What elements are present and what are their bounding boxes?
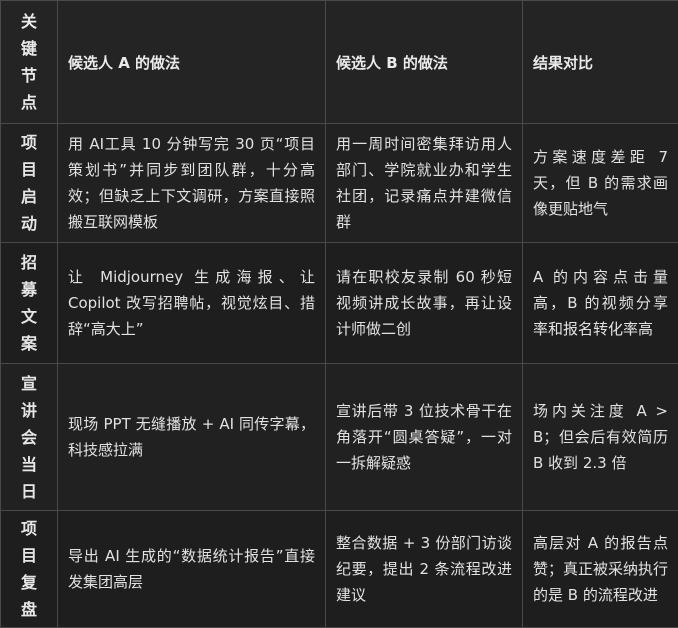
candidate-a-cell: 让 Midjourney 生成海报、让 Copilot 改写招聘帖，视觉炫目、措… (58, 243, 326, 364)
candidate-a-cell: 导出 AI 生成的“数据统计报告”直接发集团高层 (58, 511, 326, 628)
comparison-table: 关键节点 候选人 A 的做法 候选人 B 的做法 结果对比 项目启动 用 AI工… (0, 0, 678, 628)
table-row: 招募文案 让 Midjourney 生成海报、让 Copilot 改写招聘帖，视… (1, 243, 678, 364)
candidate-a-cell: 现场 PPT 无缝播放 + AI 同传字幕，科技感拉满 (58, 364, 326, 511)
header-key-node-label: 关键节点 (20, 8, 38, 116)
row-node-cell: 项目复盘 (1, 511, 58, 628)
table-row: 宣讲会当日 现场 PPT 无缝播放 + AI 同传字幕，科技感拉满 宣讲后带 3… (1, 364, 678, 511)
candidate-b-cell: 用一周时间密集拜访用人部门、学院就业办和学生社团，记录痛点并建微信群 (326, 124, 523, 243)
row-node-label: 宣讲会当日 (20, 370, 38, 505)
row-node-cell: 招募文案 (1, 243, 58, 364)
header-result: 结果对比 (523, 1, 678, 124)
row-node-label: 招募文案 (20, 249, 38, 357)
header-candidate-b: 候选人 B 的做法 (326, 1, 523, 124)
table-row: 项目复盘 导出 AI 生成的“数据统计报告”直接发集团高层 整合数据 + 3 份… (1, 511, 678, 628)
header-row: 关键节点 候选人 A 的做法 候选人 B 的做法 结果对比 (1, 1, 678, 124)
candidate-a-cell: 用 AI工具 10 分钟写完 30 页“项目策划书”并同步到团队群，十分高效；但… (58, 124, 326, 243)
result-cell: 高层对 A 的报告点赞；真正被采纳执行的是 B 的流程改进 (523, 511, 678, 628)
result-cell: 场内关注度 A > B；但会后有效简历 B 收到 2.3 倍 (523, 364, 678, 511)
result-cell: 方案速度差距 7 天，但 B 的需求画像更贴地气 (523, 124, 678, 243)
candidate-b-cell: 请在职校友录制 60 秒短视频讲成长故事，再让设计师做二创 (326, 243, 523, 364)
result-cell: A 的内容点击量高，B 的视频分享率和报名转化率高 (523, 243, 678, 364)
table-row: 项目启动 用 AI工具 10 分钟写完 30 页“项目策划书”并同步到团队群，十… (1, 124, 678, 243)
candidate-b-cell: 整合数据 + 3 份部门访谈纪要，提出 2 条流程改进建议 (326, 511, 523, 628)
header-candidate-a: 候选人 A 的做法 (58, 1, 326, 124)
header-key-node: 关键节点 (1, 1, 58, 124)
row-node-label: 项目复盘 (20, 515, 38, 623)
row-node-label: 项目启动 (20, 129, 38, 237)
row-node-cell: 宣讲会当日 (1, 364, 58, 511)
candidate-b-cell: 宣讲后带 3 位技术骨干在角落开“圆桌答疑”，一对一拆解疑惑 (326, 364, 523, 511)
row-node-cell: 项目启动 (1, 124, 58, 243)
